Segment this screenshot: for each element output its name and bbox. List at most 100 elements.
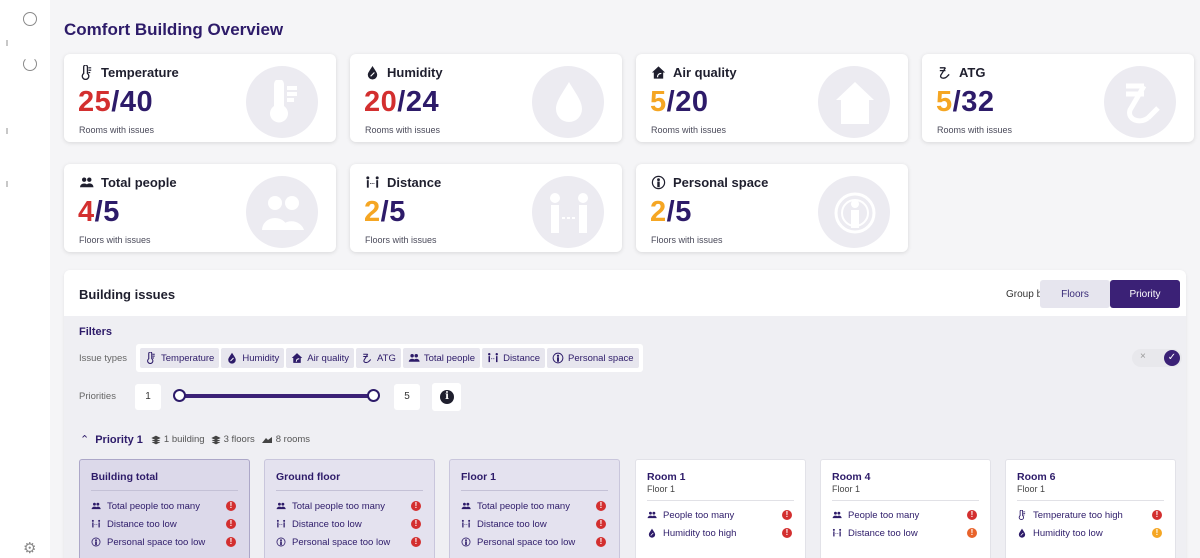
- kpi-card-humidity[interactable]: Humidity 20/24 Rooms with issues: [350, 54, 622, 142]
- priority-info-button[interactable]: i: [432, 383, 461, 411]
- kpi-watermark: [532, 66, 604, 138]
- kpi-header: Air quality: [651, 65, 737, 80]
- kpi-total: /24: [397, 86, 440, 118]
- group-by-priority-button[interactable]: Priority: [1110, 280, 1180, 308]
- issue-card-building-total[interactable]: Building total Total people too many! Dist…: [79, 459, 250, 558]
- kpi-subtitle: Rooms with issues: [651, 125, 727, 135]
- card-title: Room 6: [1017, 471, 1056, 483]
- priorities-label: Priorities: [79, 391, 116, 402]
- kpi-card-air-quality[interactable]: Air quality 5/20 Rooms with issues: [636, 54, 908, 142]
- card-title: Room 1: [647, 471, 686, 483]
- kpi-header: Temperature: [79, 65, 179, 80]
- priority-group-header[interactable]: ⌃ Priority 1 1 building 3 floors 8 rooms: [80, 433, 310, 447]
- distance-icon: [366, 176, 379, 188]
- left-rail: ⚙: [0, 0, 50, 558]
- issue-card-room-6[interactable]: Room 6 Floor 1 Temperature too high! Humidi…: [1005, 459, 1176, 558]
- page-title: Comfort Building Overview: [64, 20, 284, 39]
- filter-chip-temperature[interactable]: Temperature: [140, 348, 220, 368]
- check-icon[interactable]: ✓: [1164, 350, 1180, 366]
- layers-icon: [210, 435, 221, 444]
- issue-text: People too many: [663, 509, 735, 521]
- filter-chip-label: ATG: [377, 352, 396, 364]
- issue-card-floor-1[interactable]: Floor 1 Total people too many! Distance to…: [449, 459, 620, 558]
- room-icon: [261, 436, 272, 443]
- panel-header: Building issues Group by Floors Priority: [64, 270, 1186, 316]
- priority-group-title: Priority 1: [95, 433, 143, 446]
- issue-row: Personal space too low!: [461, 533, 608, 551]
- card-title: Building total: [91, 471, 159, 483]
- alert-icon: !: [596, 537, 606, 547]
- settings-gear-icon[interactable]: ⚙: [23, 541, 36, 556]
- thermometer-icon: [81, 65, 92, 80]
- filter-chip-personal-space[interactable]: Personal space: [547, 348, 639, 368]
- issue-text: People too many: [848, 509, 920, 521]
- issue-row: Distance too low!: [91, 515, 238, 533]
- issue-row: Personal space too low!: [276, 533, 423, 551]
- issue-text: Temperature too high: [1033, 509, 1123, 521]
- alert-icon: !: [782, 528, 792, 538]
- issue-row: Total people too many!: [276, 497, 423, 515]
- kpi-issue-count: 2: [364, 196, 381, 228]
- card-title: Room 4: [832, 471, 871, 483]
- priority-max-handle[interactable]: [367, 389, 380, 402]
- group-by-floors-button[interactable]: Floors: [1040, 280, 1110, 308]
- priority-max-input[interactable]: 5: [394, 384, 420, 410]
- building-count-text: 1 building: [163, 434, 205, 445]
- select-all-toggle[interactable]: × ✓: [1132, 349, 1182, 367]
- priority-min-handle[interactable]: [173, 389, 186, 402]
- personal-space-icon: [461, 537, 471, 547]
- issue-card-room-1[interactable]: Room 1 Floor 1 People too many! Humidity to…: [635, 459, 806, 558]
- issue-row: Temperature too high!: [1017, 506, 1164, 524]
- kpi-card-temperature[interactable]: Temperature 25/40 Rooms with issues: [64, 54, 336, 142]
- kpi-label: Distance: [387, 175, 442, 190]
- issue-text: Distance too low: [107, 518, 177, 530]
- people-icon: [647, 511, 657, 519]
- issue-card-room-4[interactable]: Room 4 Floor 1 People too many! Distance to…: [820, 459, 991, 558]
- kpi-watermark: [818, 66, 890, 138]
- filter-chip-total-people[interactable]: Total people: [402, 348, 481, 368]
- humidity-icon: [1018, 528, 1026, 538]
- room-count: 8 rooms: [261, 434, 310, 445]
- filter-chip-air-quality[interactable]: Air quality: [286, 348, 355, 368]
- issue-card-ground-floor[interactable]: Ground floor Total people too many! Distan…: [264, 459, 435, 558]
- filter-chip-distance[interactable]: Distance: [482, 348, 546, 368]
- issue-text: Total people too many: [292, 500, 385, 512]
- distance-icon: [461, 519, 471, 528]
- filter-chip-label: Total people: [423, 352, 476, 364]
- refresh-icon[interactable]: [23, 57, 37, 71]
- kpi-card-atg[interactable]: ATG 5/32 Rooms with issues: [922, 54, 1194, 142]
- filter-chip-atg[interactable]: ATG: [356, 348, 401, 368]
- issue-types-label: Issue types: [79, 353, 128, 364]
- alert-icon: !: [596, 519, 606, 529]
- card-divider: [461, 490, 608, 491]
- clear-icon[interactable]: ×: [1140, 351, 1146, 362]
- thermometer-icon: [270, 80, 297, 123]
- kpi-label: Air quality: [673, 65, 737, 80]
- filter-chip-humidity[interactable]: Humidity: [221, 348, 285, 368]
- people-icon: [408, 354, 420, 362]
- floor-count-text: 3 floors: [223, 434, 255, 445]
- alert-icon: !: [411, 519, 421, 529]
- humidity-icon: [367, 65, 378, 80]
- filter-chip-label: Humidity: [242, 352, 280, 364]
- kpi-value: 2/5: [364, 196, 406, 229]
- priority-range-track[interactable]: [176, 394, 376, 398]
- kpi-card-total-people[interactable]: Total people 4/5 Floors with issues: [64, 164, 336, 252]
- chevron-up-icon[interactable]: ⌃: [80, 433, 89, 446]
- issue-row: Humidity too low!: [1017, 524, 1164, 542]
- dashboard-icon[interactable]: [23, 12, 37, 26]
- filters-label: Filters: [79, 326, 113, 338]
- priority-min-input[interactable]: 1: [135, 384, 161, 410]
- kpi-card-personal-space[interactable]: Personal space 2/5 Floors with issues: [636, 164, 908, 252]
- kpi-value: 4/5: [78, 196, 120, 229]
- kpi-card-distance[interactable]: Distance 2/5 Floors with issues: [350, 164, 622, 252]
- personal-space-icon: [834, 192, 876, 234]
- issue-row: Distance too low!: [276, 515, 423, 533]
- distance-icon: [91, 519, 101, 528]
- personal-space-icon: [91, 537, 101, 547]
- card-subtitle: Floor 1: [647, 484, 676, 494]
- people-icon: [832, 511, 842, 519]
- card-subtitle: Floor 1: [832, 484, 861, 494]
- kpi-total: /5: [380, 196, 406, 228]
- layers-icon: [151, 435, 161, 444]
